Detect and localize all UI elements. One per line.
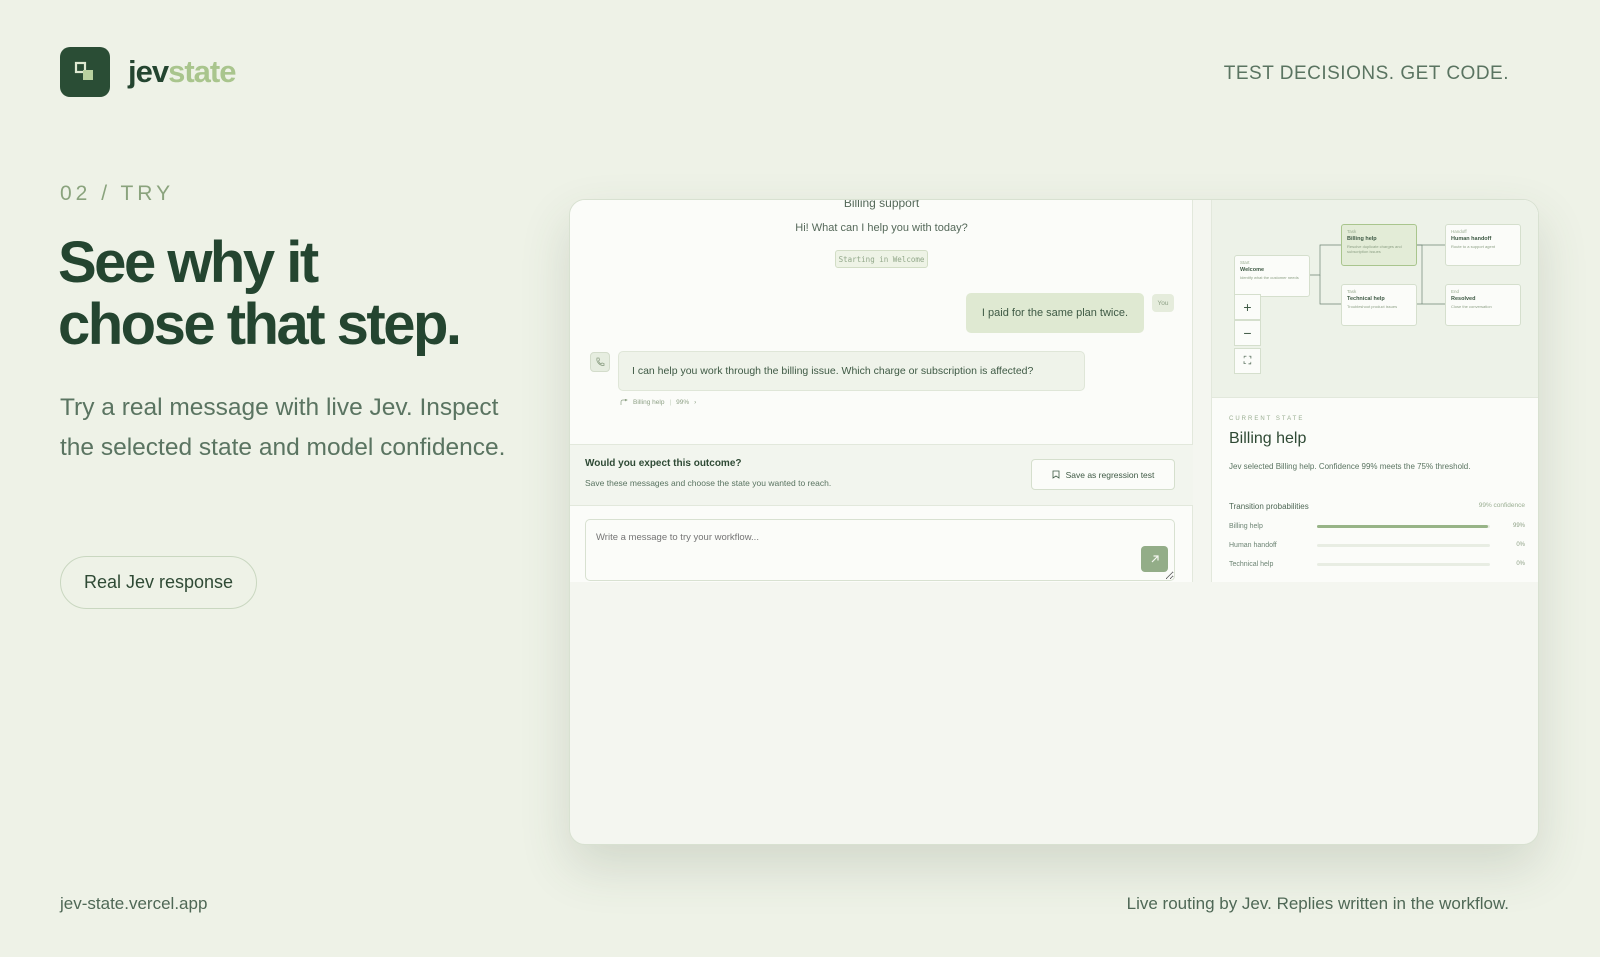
- user-message: I paid for the same plan twice.: [966, 293, 1144, 333]
- current-state-title: Billing help: [1229, 430, 1307, 447]
- node-desc: Close the conversation: [1451, 304, 1492, 309]
- transition-title: Transition probabilities: [1229, 502, 1309, 511]
- chat-greeting: Hi! What can I help you with today?: [795, 222, 968, 234]
- transition-value: 0%: [1516, 561, 1525, 567]
- route-icon: [620, 399, 628, 405]
- node-tag: Task: [1347, 229, 1357, 234]
- route-confidence: 99%: [676, 399, 690, 406]
- graph-node-technical-help[interactable]: Task Technical help Troubleshoot product…: [1341, 284, 1417, 326]
- node-desc: Resolve duplicate charges and subscripti…: [1347, 244, 1402, 254]
- node-title: Resolved: [1451, 296, 1476, 302]
- save-regression-test-button[interactable]: Save as regression test: [1031, 459, 1175, 490]
- node-title: Billing help: [1347, 236, 1377, 242]
- headline-line-1: See why it: [58, 230, 319, 295]
- start-state-chip: Starting in Welcome: [835, 250, 928, 268]
- transition-name: Human handoff: [1229, 541, 1277, 549]
- node-title: Technical help: [1347, 296, 1385, 302]
- node-desc: Troubleshoot product issues: [1347, 304, 1398, 309]
- node-desc: Route to a support agent: [1451, 244, 1496, 249]
- graph-node-welcome[interactable]: Start Welcome Identify what the customer…: [1234, 255, 1310, 297]
- bot-message: I can help you work through the billing …: [618, 351, 1085, 391]
- inspector-pane: Start Welcome Identify what the customer…: [1211, 200, 1538, 582]
- message-input[interactable]: [585, 519, 1175, 581]
- route-state: Billing help: [633, 399, 665, 406]
- transition-confidence: 99% confidence: [1478, 502, 1525, 509]
- bot-avatar: [590, 352, 610, 372]
- footer-note: Live routing by Jev. Replies written in …: [1126, 894, 1509, 913]
- node-tag: End: [1451, 289, 1460, 294]
- logo-wordmark[interactable]: jevstate: [128, 54, 236, 90]
- chat-title: Billing support: [843, 199, 920, 210]
- tagline: TEST DECISIONS. GET CODE.: [1223, 63, 1509, 84]
- probability-bar: [1317, 543, 1490, 547]
- fit-view-button[interactable]: ⛶: [1234, 348, 1261, 374]
- node-tag: Start: [1240, 260, 1250, 265]
- node-title: Human handoff: [1451, 236, 1492, 242]
- site-url[interactable]: jev-state.vercel.app: [60, 894, 207, 914]
- real-jev-response-button[interactable]: Real Jev response: [60, 556, 257, 609]
- node-tag: Handoff: [1451, 229, 1467, 234]
- node-title: Welcome: [1240, 267, 1265, 273]
- transition-row: Human handoff 0%: [1229, 539, 1525, 551]
- transition-value: 99%: [1512, 523, 1525, 529]
- current-state-desc: Jev selected Billing help. Confidence 99…: [1229, 462, 1471, 471]
- lead-text: Try a real message with live Jev. Inspec…: [60, 394, 506, 461]
- transition-header: Transition probabilities 99% confidence: [1229, 502, 1525, 511]
- graph-node-billing-help[interactable]: Task Billing help Resolve duplicate char…: [1341, 224, 1417, 266]
- transition-name: Technical help: [1229, 560, 1274, 568]
- transition-row: Billing help 99%: [1229, 520, 1525, 532]
- send-arrow-icon: [1151, 555, 1159, 563]
- logo-icon: [74, 61, 93, 80]
- logo-mark[interactable]: [60, 47, 110, 97]
- zoom-in-button[interactable]: +: [1234, 294, 1261, 320]
- logo-part-2: state: [168, 54, 236, 89]
- outcome-prompt: Would you expect this outcome? Save thes…: [570, 444, 1193, 506]
- node-tag: Task: [1347, 289, 1357, 294]
- chat-pane: Billing support Hi! What can I help you …: [570, 200, 1193, 582]
- outcome-question: Would you expect this outcome?: [585, 458, 742, 469]
- user-badge: You: [1152, 294, 1174, 312]
- bookmark-icon: [1052, 470, 1059, 479]
- transition-row: Technical help 0%: [1229, 558, 1525, 570]
- probability-bar: [1317, 562, 1490, 566]
- transition-value: 0%: [1516, 542, 1525, 548]
- graph-node-human-handoff[interactable]: Handoff Human handoff Route to a support…: [1445, 224, 1521, 266]
- current-state-label: CURRENT STATE: [1229, 416, 1305, 422]
- route-meta[interactable]: Billing help | 99% ›: [620, 399, 696, 406]
- page-title: See why it chose that step.: [58, 232, 538, 356]
- node-desc: Identify what the customer needs: [1240, 275, 1299, 280]
- headline-line-2: chose that step.: [58, 292, 462, 357]
- route-divider: |: [669, 399, 672, 406]
- probability-bar: [1317, 524, 1490, 528]
- probability-fill: [1317, 524, 1489, 528]
- chevron-right-icon: ›: [694, 399, 697, 406]
- section-label: 02 / TRY: [60, 182, 175, 205]
- workflow-graph[interactable]: Start Welcome Identify what the customer…: [1212, 200, 1538, 398]
- graph-node-resolved[interactable]: End Resolved Close the conversation: [1445, 284, 1521, 326]
- outcome-hint: Save these messages and choose the state…: [585, 478, 832, 488]
- send-button[interactable]: [1141, 546, 1168, 572]
- logo-part-1: jev: [128, 54, 169, 89]
- phone-icon: [596, 357, 605, 366]
- save-button-label: Save as regression test: [1065, 469, 1155, 480]
- zoom-out-button[interactable]: −: [1234, 320, 1261, 346]
- transition-name: Billing help: [1229, 522, 1263, 530]
- demo-window: Billing support Hi! What can I help you …: [569, 199, 1539, 845]
